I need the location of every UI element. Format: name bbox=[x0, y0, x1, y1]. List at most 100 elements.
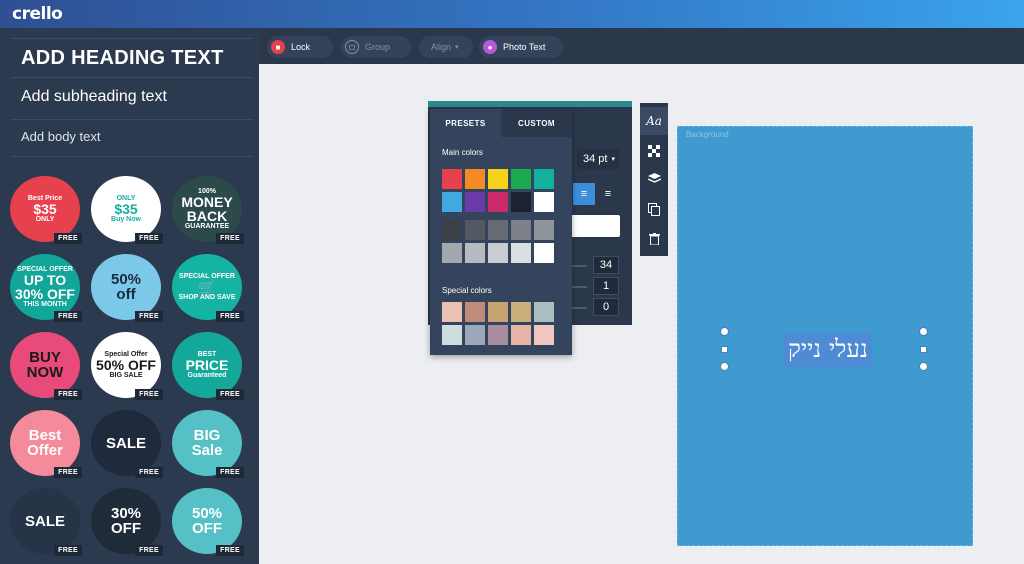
color-swatch[interactable] bbox=[511, 169, 531, 189]
color-swatch[interactable] bbox=[534, 220, 554, 240]
color-swatch[interactable] bbox=[465, 302, 485, 322]
sticker-item[interactable]: 50% OFF FREE bbox=[170, 486, 246, 558]
chevron-down-icon: ▾ bbox=[611, 156, 615, 163]
sticker-item[interactable]: 30% OFF FREE bbox=[89, 486, 165, 558]
sticker-text: Offer bbox=[27, 442, 63, 459]
letter-spacing-field[interactable]: 0 bbox=[593, 298, 619, 316]
free-badge: FREE bbox=[216, 311, 244, 322]
color-swatch[interactable] bbox=[511, 302, 531, 322]
color-swatch[interactable] bbox=[465, 192, 485, 212]
resize-handle-top-right[interactable] bbox=[919, 327, 928, 336]
line-height-slider[interactable] bbox=[571, 286, 587, 288]
crello-logo[interactable]: crello bbox=[12, 4, 63, 24]
color-swatch[interactable] bbox=[534, 243, 554, 263]
letter-spacing-slider[interactable] bbox=[571, 265, 587, 267]
resize-handle-top-left[interactable] bbox=[720, 327, 729, 336]
color-swatch[interactable] bbox=[534, 325, 554, 345]
resize-handle-right[interactable] bbox=[920, 346, 927, 353]
color-swatch[interactable] bbox=[488, 302, 508, 322]
trash-icon[interactable] bbox=[640, 225, 668, 253]
color-swatch[interactable] bbox=[465, 169, 485, 189]
size-field[interactable]: 34 bbox=[593, 256, 619, 274]
sticker-text: BIG bbox=[193, 427, 221, 444]
free-badge: FREE bbox=[216, 545, 244, 556]
design-canvas[interactable]: Background נעלי נייק bbox=[677, 126, 973, 546]
resize-handle-bottom-left[interactable] bbox=[720, 362, 729, 371]
sticker-item[interactable]: SPECIAL OFFER UP TO 30% OFF THIS MONTH FREE bbox=[8, 252, 84, 324]
rotation-slider[interactable] bbox=[571, 307, 587, 309]
align-right-button[interactable]: ≡ bbox=[597, 183, 619, 205]
color-swatch[interactable] bbox=[465, 325, 485, 345]
element-tools: Aa bbox=[640, 103, 668, 256]
color-swatch[interactable] bbox=[511, 325, 531, 345]
sticker-item[interactable]: BUY NOW FREE bbox=[8, 330, 84, 402]
color-swatch[interactable] bbox=[488, 192, 508, 212]
color-swatch[interactable] bbox=[488, 325, 508, 345]
align-center-button[interactable]: ≡ bbox=[573, 183, 595, 205]
color-picker-popup: PRESETS CUSTOM Main colors Special color… bbox=[430, 109, 572, 355]
add-subheading-text-button[interactable]: Add subheading text bbox=[11, 80, 253, 120]
free-badge: FREE bbox=[216, 467, 244, 478]
top-toolbar: ■ Lock □ Group Align ▾ ● Photo Text bbox=[259, 28, 1024, 64]
sticker-text: 🛒 bbox=[198, 279, 216, 295]
layers-icon[interactable] bbox=[640, 165, 668, 193]
color-swatch[interactable] bbox=[488, 169, 508, 189]
sticker-item[interactable]: Best Price $35 ONLY FREE bbox=[8, 174, 84, 246]
sticker-item[interactable]: BEST PRICE Guaranteed FREE bbox=[170, 330, 246, 402]
color-swatch[interactable] bbox=[442, 220, 462, 240]
sticker-item[interactable]: SALE FREE bbox=[8, 486, 84, 558]
line-height-field[interactable]: 1 bbox=[593, 277, 619, 295]
add-body-text-button[interactable]: Add body text bbox=[11, 121, 253, 157]
add-heading-text-button[interactable]: ADD HEADING TEXT bbox=[11, 38, 253, 78]
lock-icon: ■ bbox=[271, 40, 285, 54]
sticker-text: Sale bbox=[191, 442, 223, 459]
main-colors-label: Main colors bbox=[442, 148, 483, 157]
tab-custom[interactable]: CUSTOM bbox=[501, 109, 572, 137]
sticker-item[interactable]: Best Offer FREE bbox=[8, 408, 84, 480]
free-badge: FREE bbox=[54, 467, 82, 478]
sticker-item[interactable]: Special Offer 50% OFF BIG SALE FREE bbox=[89, 330, 165, 402]
group-button[interactable]: □ Group bbox=[341, 36, 411, 58]
photo-text-button[interactable]: ● Photo Text bbox=[479, 36, 563, 58]
color-swatch[interactable] bbox=[442, 169, 462, 189]
color-swatch[interactable] bbox=[465, 243, 485, 263]
color-swatch[interactable] bbox=[511, 192, 531, 212]
font-size-select[interactable]: 34 pt ▾ bbox=[577, 149, 619, 169]
selected-text-element[interactable]: נעלי נייק bbox=[784, 333, 872, 367]
align-label: Align bbox=[431, 42, 452, 52]
color-swatch[interactable] bbox=[534, 192, 554, 212]
color-swatch[interactable] bbox=[465, 220, 485, 240]
sticker-text: off bbox=[116, 286, 136, 303]
sticker-item[interactable]: SALE FREE bbox=[89, 408, 165, 480]
resize-handle-left[interactable] bbox=[721, 346, 728, 353]
color-swatch[interactable] bbox=[442, 302, 462, 322]
color-swatch[interactable] bbox=[488, 220, 508, 240]
sticker-item[interactable]: 100% MONEY BACK GUARANTEE FREE bbox=[170, 174, 246, 246]
sticker-text: $35 bbox=[114, 201, 138, 217]
color-swatch[interactable] bbox=[442, 192, 462, 212]
lock-button[interactable]: ■ Lock bbox=[267, 36, 333, 58]
color-swatch[interactable] bbox=[534, 169, 554, 189]
background-label: Background bbox=[686, 130, 729, 139]
color-swatch[interactable] bbox=[442, 243, 462, 263]
top-bar: crello bbox=[0, 0, 1024, 28]
text-color-box[interactable] bbox=[571, 215, 620, 237]
color-swatch[interactable] bbox=[534, 302, 554, 322]
transparency-icon[interactable] bbox=[640, 137, 668, 165]
align-dropdown[interactable]: Align ▾ bbox=[419, 36, 473, 58]
color-swatch[interactable] bbox=[488, 243, 508, 263]
sticker-item[interactable]: SPECIAL OFFER 🛒 SHOP AND SAVE FREE bbox=[170, 252, 246, 324]
align-center-icon: ≡ bbox=[580, 188, 588, 200]
color-swatch[interactable] bbox=[511, 243, 531, 263]
sticker-item[interactable]: 50% off FREE bbox=[89, 252, 165, 324]
sticker-text: 50% bbox=[110, 271, 142, 288]
resize-handle-bottom-right[interactable] bbox=[919, 362, 928, 371]
sticker-item[interactable]: BIG Sale FREE bbox=[170, 408, 246, 480]
free-badge: FREE bbox=[216, 389, 244, 400]
sticker-item[interactable]: ONLY $35 Buy Now FREE bbox=[89, 174, 165, 246]
color-swatch[interactable] bbox=[511, 220, 531, 240]
font-tool-button[interactable]: Aa bbox=[640, 107, 668, 135]
tab-presets[interactable]: PRESETS bbox=[430, 109, 501, 137]
copy-icon[interactable] bbox=[640, 195, 668, 223]
color-swatch[interactable] bbox=[442, 325, 462, 345]
